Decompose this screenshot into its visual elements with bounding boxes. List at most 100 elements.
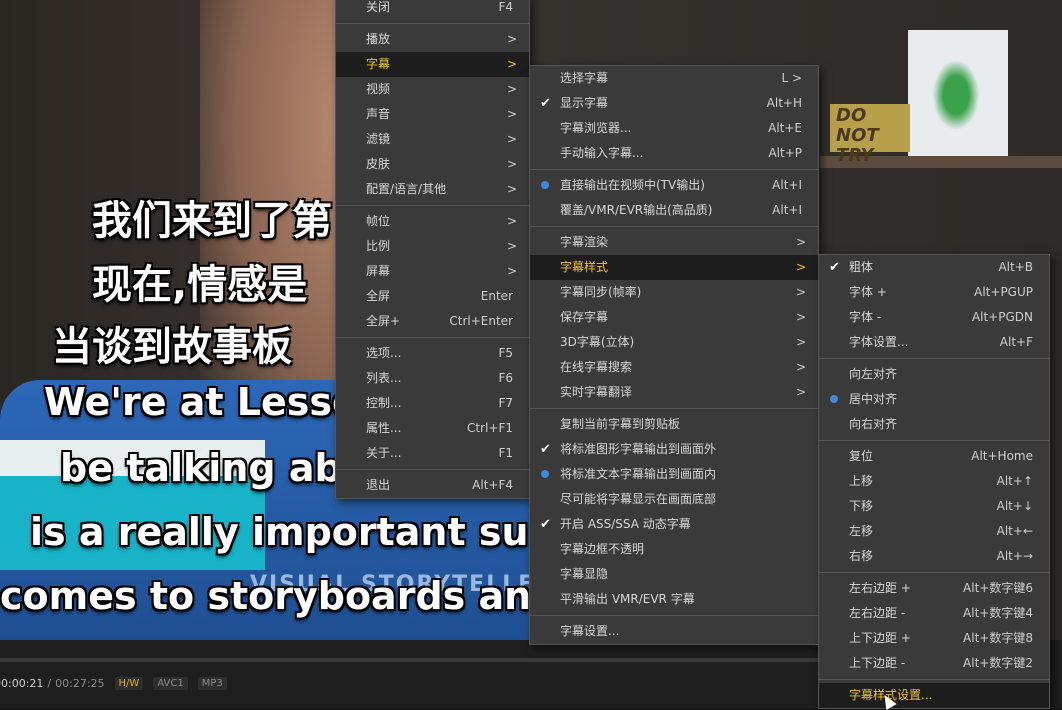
subtitle-menu-item[interactable]: 字幕显隐 <box>530 562 818 587</box>
subtitle-menu-item[interactable]: 复制当前字幕到剪贴板 <box>530 412 818 437</box>
video-codec-badge: AVC1 <box>153 676 188 690</box>
menu-item-label: 全屏+ <box>366 314 401 328</box>
main-menu-item[interactable]: 退出 Alt+F4 <box>336 473 529 498</box>
menu-item-label: 覆盖/VMR/EVR输出(高品质) <box>560 203 713 217</box>
main-menu-item[interactable]: 关闭 F4 <box>336 0 529 20</box>
main-menu-item[interactable]: 全屏+ Ctrl+Enter <box>336 309 529 334</box>
subtitle-menu-item[interactable]: 将标准文本字幕输出到画面内 <box>530 462 818 487</box>
main-menu-item[interactable]: 选项... F5 <box>336 341 529 366</box>
subtitle-menu-item[interactable]: ✔ 开启 ASS/SSA 动态字幕 <box>530 512 818 537</box>
menu-item-label: 保存字幕 <box>560 310 609 324</box>
menu-item-shortcut: Alt+数字键8 <box>963 631 1033 645</box>
style-menu-item[interactable]: 左移 Alt+← <box>819 519 1049 544</box>
total-time: 00:27:25 <box>55 676 105 690</box>
style-menu-item[interactable]: 向右对齐 <box>819 412 1049 437</box>
menu-item-shortcut: F7 <box>498 396 513 410</box>
menu-item-label: 将标准图形字幕输出到画面外 <box>560 442 717 456</box>
subtitle-menu-item[interactable]: 在线字幕搜索 > <box>530 355 818 380</box>
main-menu-item[interactable]: 帧位 > <box>336 209 529 234</box>
menu-separator <box>336 337 529 338</box>
menu-item-shortcut: Alt+I <box>772 203 802 217</box>
subtitle-menu-item[interactable]: 手动输入字幕... Alt+P <box>530 141 818 166</box>
style-menu-item[interactable]: 复位 Alt+Home <box>819 444 1049 469</box>
menu-item-label: 滤镜 <box>366 132 391 146</box>
main-menu-item[interactable]: 视频 > <box>336 77 529 102</box>
subtitle-menu-item[interactable]: 字幕样式 > <box>530 255 818 280</box>
menu-item-label: 复制当前字幕到剪贴板 <box>560 417 681 431</box>
main-menu-item[interactable]: 关于... F1 <box>336 441 529 466</box>
main-menu-item[interactable]: 声音 > <box>336 102 529 127</box>
style-menu-item[interactable]: 上移 Alt+↑ <box>819 469 1049 494</box>
main-menu-item[interactable]: 全屏 Enter <box>336 284 529 309</box>
menu-item-label: 手动输入字幕... <box>560 146 644 160</box>
seek-bar[interactable] <box>0 658 820 662</box>
subtitle-menu-item[interactable]: 字幕渲染 > <box>530 230 818 255</box>
hw-decode-badge[interactable]: H/W <box>114 676 144 690</box>
subtitle-menu-item[interactable]: ✔ 将标准图形字幕输出到画面外 <box>530 437 818 462</box>
menu-item-shortcut: Ctrl+Enter <box>449 314 513 328</box>
submenu-arrow-icon: > <box>795 285 806 299</box>
subtitle-en-line-2: be talking abo <box>60 446 368 490</box>
subtitle-menu-item[interactable]: 保存字幕 > <box>530 305 818 330</box>
menu-item-label: 字幕渲染 <box>560 235 609 249</box>
main-menu-item[interactable]: 屏幕 > <box>336 259 529 284</box>
menu-item-label: 帧位 <box>366 214 391 228</box>
submenu-arrow-icon: > <box>506 107 517 121</box>
subtitle-menu-item[interactable]: 字幕同步(帧率) > <box>530 280 818 305</box>
menu-item-shortcut: Alt+→ <box>996 549 1033 563</box>
menu-item-shortcut: Alt+PGDN <box>971 310 1033 324</box>
menu-item-label: 上下边距 - <box>849 656 906 670</box>
style-menu-item[interactable]: 字体设置... Alt+F <box>819 330 1049 355</box>
subtitle-menu-item[interactable]: 字幕浏览器... Alt+E <box>530 116 818 141</box>
style-menu-item[interactable]: 上下边距 - Alt+数字键2 <box>819 651 1049 676</box>
subtitle-menu-item[interactable]: 尽可能将字幕显示在画面底部 <box>530 487 818 512</box>
menu-item-label: 字幕浏览器... <box>560 121 632 135</box>
main-menu-item[interactable]: 播放 > <box>336 27 529 52</box>
subtitle-menu-item[interactable]: 字幕设置... <box>530 619 818 644</box>
menu-item-label: 字体设置... <box>849 335 909 349</box>
submenu-arrow-icon: > <box>506 239 517 253</box>
menu-item-label: 列表... <box>366 371 402 385</box>
style-menu-item[interactable]: ✔ 粗体 Alt+B <box>819 255 1049 280</box>
main-menu-item[interactable]: 比例 > <box>336 234 529 259</box>
main-menu-item[interactable]: 属性... Ctrl+F1 <box>336 416 529 441</box>
main-menu-item[interactable]: 配置/语言/其他 > <box>336 177 529 202</box>
menu-separator <box>819 358 1049 359</box>
style-menu-item[interactable]: 居中对齐 <box>819 387 1049 412</box>
style-menu-item[interactable]: 右移 Alt+→ <box>819 544 1049 569</box>
submenu-arrow-icon: > <box>506 264 517 278</box>
menu-separator <box>530 615 818 616</box>
style-menu-item[interactable]: 左右边距 - Alt+数字键4 <box>819 601 1049 626</box>
style-menu-item[interactable]: 左右边距 + Alt+数字键6 <box>819 576 1049 601</box>
style-menu-item[interactable]: 字体 + Alt+PGUP <box>819 280 1049 305</box>
menu-item-label: 尽可能将字幕显示在画面底部 <box>560 492 717 506</box>
subtitle-menu-item[interactable]: 平滑输出 VMR/EVR 字幕 <box>530 587 818 612</box>
subtitle-menu-item[interactable]: 选择字幕 L > <box>530 66 818 91</box>
menu-item-label: 选择字幕 <box>560 71 609 85</box>
submenu-arrow-icon: > <box>795 335 806 349</box>
subtitle-menu-item[interactable]: 直接输出在视频中(TV输出) Alt+I <box>530 173 818 198</box>
main-menu-item[interactable]: 滤镜 > <box>336 127 529 152</box>
style-menu-item[interactable]: 向左对齐 <box>819 362 1049 387</box>
style-menu-item[interactable]: 下移 Alt+↓ <box>819 494 1049 519</box>
subtitle-menu-item[interactable]: 实时字幕翻译 > <box>530 380 818 405</box>
main-menu-item[interactable]: 皮肤 > <box>336 152 529 177</box>
style-menu-item[interactable]: 字幕样式设置... <box>819 683 1049 708</box>
submenu-arrow-icon: > <box>795 360 806 374</box>
main-menu-item[interactable]: 字幕 > <box>336 52 529 77</box>
subtitle-menu-item[interactable]: 覆盖/VMR/EVR输出(高品质) Alt+I <box>530 198 818 223</box>
menu-item-shortcut: Alt+← <box>996 524 1033 538</box>
style-menu-item[interactable]: 字体 - Alt+PGDN <box>819 305 1049 330</box>
main-menu-item[interactable]: 控制... F7 <box>336 391 529 416</box>
submenu-arrow-icon: > <box>506 157 517 171</box>
menu-separator <box>819 440 1049 441</box>
menu-item-label: 全屏 <box>366 289 391 303</box>
main-menu-item[interactable]: 列表... F6 <box>336 366 529 391</box>
checkmark-icon: ✔ <box>829 260 840 275</box>
subtitle-menu-item[interactable]: 字幕边框不透明 <box>530 537 818 562</box>
subtitle-menu-item[interactable]: 3D字幕(立体) > <box>530 330 818 355</box>
menu-separator <box>819 679 1049 680</box>
toy-box <box>908 30 1008 156</box>
subtitle-menu-item[interactable]: ✔ 显示字幕 Alt+H <box>530 91 818 116</box>
style-menu-item[interactable]: 上下边距 + Alt+数字键8 <box>819 626 1049 651</box>
